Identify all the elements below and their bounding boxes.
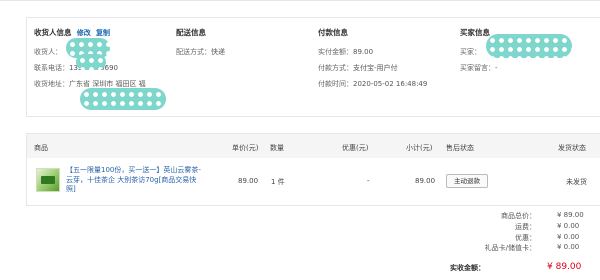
table-header xyxy=(27,134,600,158)
payment-amount-row: 实付金额：89.00 xyxy=(318,47,373,57)
header-unit-price: 单价(元) xyxy=(232,144,259,152)
payment-amount-value: 89.00 xyxy=(353,48,374,56)
buyer-message-row: 买家留言：- xyxy=(460,63,498,73)
row-quantity: 1 件 xyxy=(271,178,285,186)
summary-value-goods: ¥ 89.00 xyxy=(557,211,584,219)
receiver-phone-label: 联系电话： xyxy=(34,64,69,72)
total-label: 实收金额： xyxy=(450,264,485,272)
payment-method-value: 支付宝-用户付 xyxy=(353,64,398,72)
buyer-message-value: - xyxy=(495,64,498,72)
payment-method-label: 付款方式： xyxy=(318,64,353,72)
payment-time-value: 2020-05-02 16:48:49 xyxy=(353,80,428,88)
redaction-mark xyxy=(76,54,106,70)
shipping-title: 配送信息 xyxy=(176,28,206,37)
receiver-name-row: 收货人： xyxy=(34,47,62,57)
row-unit-price: 89.00 xyxy=(238,177,259,185)
shipping-method-label: 配送方式： xyxy=(176,48,211,56)
buyer-name-label: 买家： xyxy=(460,48,481,56)
summary-label-freight: 运费： xyxy=(515,223,536,231)
redaction-mark xyxy=(80,88,166,110)
header-discount: 优惠(元) xyxy=(342,144,369,152)
receiver-address-value: 广东省 深圳市 福田区 福 xyxy=(69,80,146,88)
redaction-mark xyxy=(486,34,572,58)
edit-link[interactable]: 修改 xyxy=(77,29,91,37)
buyer-header: 买家信息 xyxy=(460,28,490,38)
payment-title: 付款信息 xyxy=(318,28,348,37)
payment-time-label: 付款时间： xyxy=(318,80,353,88)
row-subtotal: 89.00 xyxy=(415,177,436,185)
summary-value-freight: ¥ 0.00 xyxy=(557,222,580,230)
header-product: 商品 xyxy=(34,144,48,152)
summary-label-goods: 商品总价： xyxy=(501,212,536,220)
shipping-method-value: 快递 xyxy=(211,48,225,56)
payment-time-row: 付款时间：2020-05-02 16:48:49 xyxy=(318,79,427,89)
payment-method-row: 付款方式：支付宝-用户付 xyxy=(318,63,398,73)
row-discount: - xyxy=(367,177,370,185)
summary-label-giftcard: 礼品卡/储值卡： xyxy=(484,244,536,252)
copy-link[interactable]: 复制 xyxy=(96,29,110,37)
summary-label-discount: 优惠： xyxy=(515,234,536,242)
receiver-title: 收货人信息 xyxy=(34,28,72,37)
receiver-address-label: 收货地址： xyxy=(34,80,69,88)
buyer-message-label: 买家留言： xyxy=(460,64,495,72)
header-ship-status: 发货状态 xyxy=(558,144,586,152)
refund-button[interactable]: 主动退款 xyxy=(446,174,488,188)
payment-amount-label: 实付金额： xyxy=(318,48,353,56)
shipping-method-row: 配送方式：快递 xyxy=(176,47,225,57)
header-quantity: 数量 xyxy=(270,144,284,152)
header-after-sale: 售后状态 xyxy=(446,144,474,152)
shipping-header: 配送信息 xyxy=(176,28,206,38)
top-border xyxy=(0,0,600,1)
header-subtotal: 小计(元) xyxy=(406,144,433,152)
summary-value-discount: ¥ 0.00 xyxy=(557,233,580,241)
total-value: ¥ 89.00 xyxy=(547,262,582,272)
product-thumbnail[interactable] xyxy=(36,168,60,192)
row-ship-status: 未发货 xyxy=(566,178,587,186)
receiver-name-label: 收货人： xyxy=(34,48,62,56)
product-title-link[interactable]: 【五一限量100份，买一送一】英山云雾茶-云芽，十佳茶企 大别茶访70g[商品交… xyxy=(66,166,206,195)
summary-value-giftcard: ¥ 0.00 xyxy=(557,243,580,251)
buyer-title: 买家信息 xyxy=(460,28,490,37)
buyer-name-row: 买家： xyxy=(460,47,481,57)
receiver-header: 收货人信息 修改 复制 xyxy=(34,28,110,38)
payment-header: 付款信息 xyxy=(318,28,348,38)
